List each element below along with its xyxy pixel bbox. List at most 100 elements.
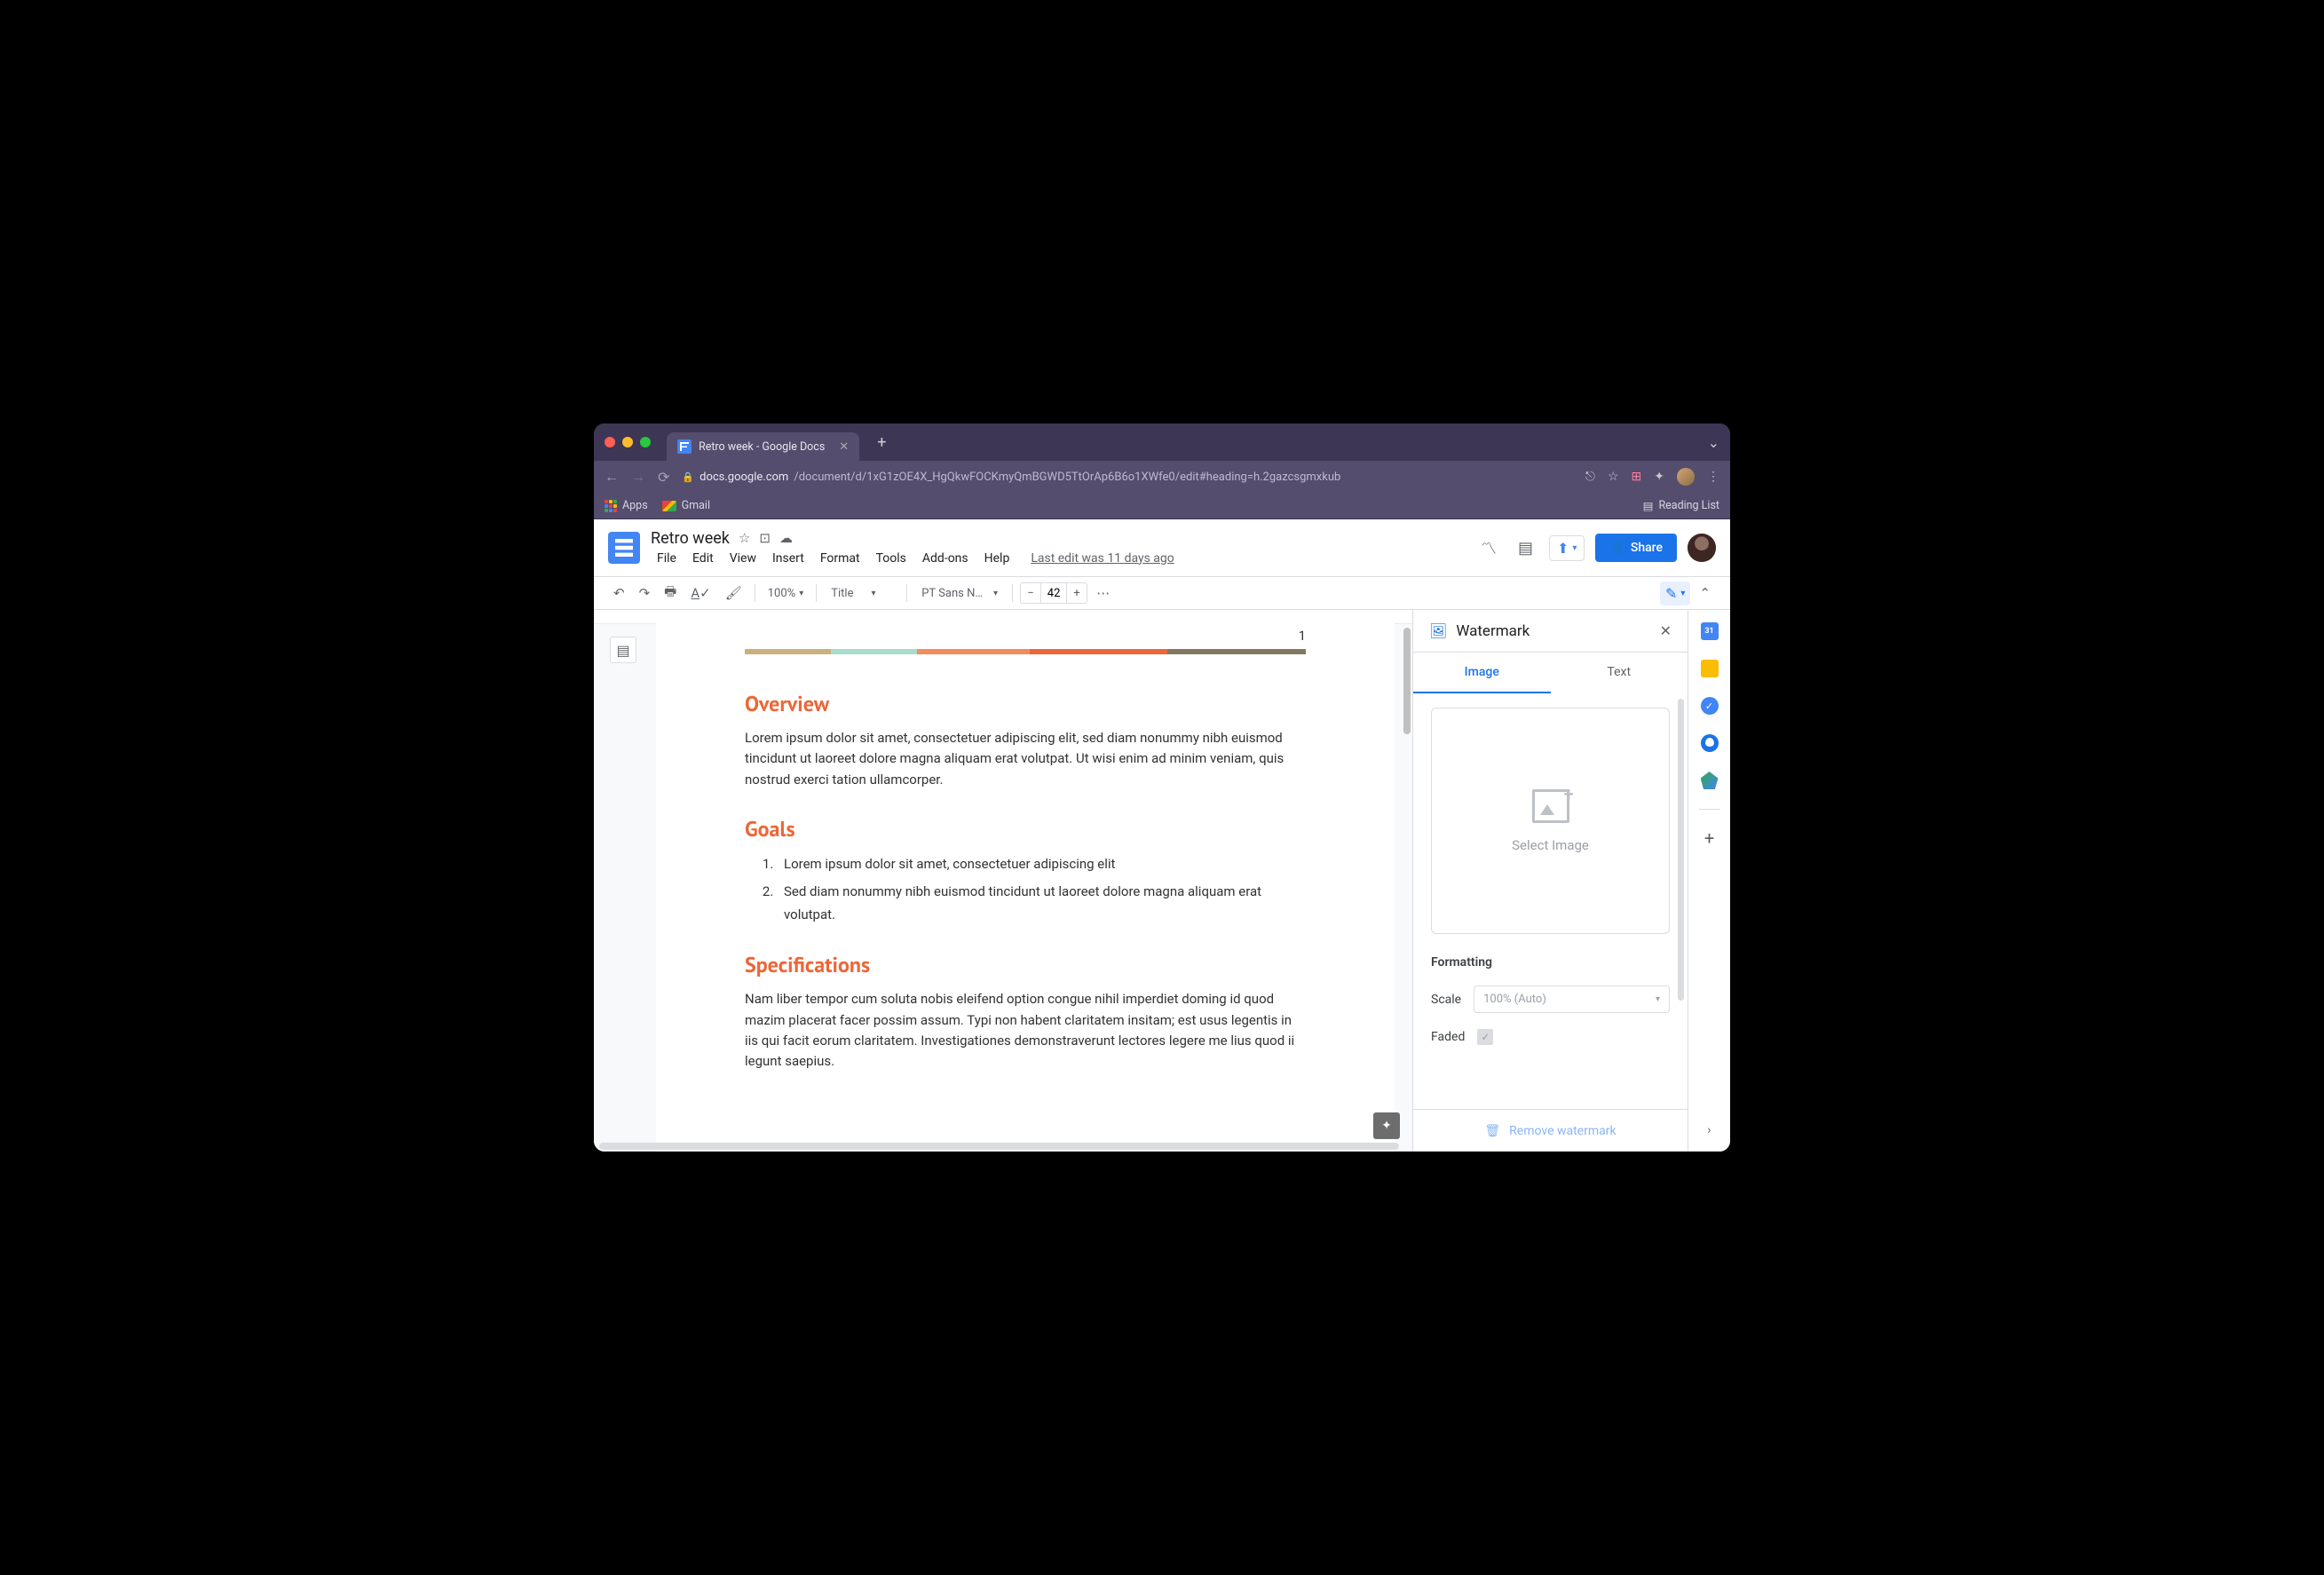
right-rail: 31 + ›	[1688, 610, 1730, 1152]
collapse-rail-button[interactable]: ›	[1701, 1121, 1719, 1139]
heading-goals[interactable]: Goals	[745, 815, 1306, 843]
chevron-down-icon: ▾	[1656, 994, 1660, 1004]
forward-button[interactable]: →	[631, 468, 645, 486]
undo-button[interactable]: ↶	[608, 582, 630, 605]
heading-specs[interactable]: Specifications	[745, 951, 1306, 978]
horizontal-scrollbar[interactable]	[594, 1143, 1412, 1150]
url-field[interactable]: 🔒 docs.google.com/document/d/1xG1zOE4X_H…	[682, 471, 1572, 484]
kebab-menu-icon[interactable]: ⋮	[1707, 470, 1719, 484]
back-button[interactable]: ←	[605, 468, 619, 486]
close-window[interactable]	[605, 437, 615, 447]
tab-title: Retro week - Google Docs	[699, 440, 825, 454]
faded-checkbox[interactable]: ✓	[1477, 1029, 1493, 1045]
spellcheck-button[interactable]: A✓	[685, 582, 715, 605]
watermark-icon: 🖼	[1429, 622, 1447, 639]
menu-file[interactable]: File	[651, 550, 683, 567]
lock-icon: 🔒	[682, 471, 694, 483]
calendar-icon[interactable]: 31	[1701, 622, 1719, 640]
reading-list-button[interactable]: ▤ Reading List	[1643, 499, 1719, 513]
select-image-dropzone[interactable]: Select Image	[1431, 708, 1670, 934]
profile-avatar[interactable]	[1677, 468, 1695, 486]
menu-view[interactable]: View	[723, 550, 763, 567]
editing-mode-button[interactable]: ✎ ▾	[1660, 582, 1690, 605]
browser-tab[interactable]: Retro week - Google Docs ✕	[667, 432, 859, 461]
menu-insert[interactable]: Insert	[766, 550, 810, 567]
explore-button[interactable]: ✦	[1373, 1112, 1400, 1139]
menu-format[interactable]: Format	[814, 550, 866, 567]
apps-grid-icon	[605, 500, 617, 512]
address-bar: ← → ⟳ 🔒 docs.google.com/document/d/1xG1z…	[594, 461, 1730, 493]
keep-icon[interactable]	[1701, 660, 1719, 677]
font-size-input[interactable]	[1040, 583, 1067, 603]
font-size-stepper: − +	[1020, 582, 1087, 604]
panel-scrollbar[interactable]	[1678, 699, 1684, 1001]
tab-image[interactable]: Image	[1413, 653, 1551, 693]
docs-logo-icon[interactable]	[608, 532, 640, 564]
activity-icon[interactable]: 〽	[1475, 531, 1502, 565]
new-tab-button[interactable]: +	[877, 433, 886, 452]
tab-text[interactable]: Text	[1551, 653, 1688, 693]
paint-format-button[interactable]: 🖌	[720, 582, 747, 605]
overview-body[interactable]: Lorem ipsum dolor sit amet, consectetuer…	[745, 728, 1306, 790]
style-select[interactable]: Title▾	[824, 585, 899, 602]
maps-icon[interactable]	[1701, 772, 1719, 789]
page-canvas[interactable]: 1 Overview Lorem ipsum dolor sit amet, c…	[656, 610, 1395, 1152]
document-title[interactable]: Retro week	[651, 529, 730, 548]
font-size-decrease[interactable]: −	[1021, 583, 1040, 603]
comments-icon[interactable]: ▤	[1513, 534, 1538, 563]
contacts-icon[interactable]	[1701, 734, 1719, 752]
tab-overflow-icon[interactable]: ⌄	[1708, 434, 1719, 451]
zoom-select[interactable]: 100%▾	[763, 585, 809, 602]
tasks-icon[interactable]	[1701, 697, 1719, 715]
move-icon[interactable]: ⊡	[759, 530, 771, 546]
extensions-puzzle-icon[interactable]: ✦	[1654, 470, 1664, 484]
panel-tabs: Image Text	[1413, 653, 1688, 693]
gmail-bookmark[interactable]: Gmail	[662, 499, 710, 512]
extension-icon[interactable]: ⊞	[1632, 470, 1642, 484]
account-avatar[interactable]	[1688, 534, 1716, 562]
share-button[interactable]: 👤 Share	[1595, 534, 1677, 562]
share-url-icon[interactable]: ⎋	[1585, 470, 1595, 484]
menu-addons[interactable]: Add-ons	[916, 550, 975, 567]
remove-watermark-button[interactable]: 🗑 Remove watermark	[1413, 1109, 1688, 1152]
font-select[interactable]: PT Sans N…▾	[914, 585, 1005, 602]
minimize-window[interactable]	[622, 437, 633, 447]
outline-toggle-button[interactable]: ▤	[610, 637, 636, 663]
formatting-heading: Formatting	[1431, 955, 1670, 970]
app-content: Retro week ☆ ⊡ ☁ File Edit View Insert F…	[594, 519, 1730, 1152]
menu-help[interactable]: Help	[978, 550, 1016, 567]
cloud-status-icon[interactable]: ☁	[779, 530, 793, 546]
star-icon[interactable]: ☆	[739, 530, 750, 546]
list-item[interactable]: Sed diam nonummy nibh euismod tincidunt …	[777, 881, 1306, 926]
more-tools-button[interactable]: ⋯	[1091, 582, 1115, 605]
menu-edit[interactable]: Edit	[686, 550, 720, 567]
maximize-window[interactable]	[640, 437, 651, 447]
last-edit-link[interactable]: Last edit was 11 days ago	[1024, 550, 1180, 567]
menu-tools[interactable]: Tools	[870, 550, 913, 567]
watermark-panel: 🖼 Watermark ✕ Image Text Select Image Fo…	[1412, 610, 1688, 1152]
close-panel-button[interactable]: ✕	[1660, 622, 1672, 639]
vertical-scrollbar[interactable]	[1403, 628, 1411, 734]
scale-label: Scale	[1431, 993, 1461, 1007]
color-divider	[745, 649, 1306, 654]
panel-body: Select Image Formatting Scale 100% (Auto…	[1413, 693, 1688, 1109]
present-button[interactable]: ⬆ ▾	[1549, 535, 1585, 561]
add-addon-button[interactable]: +	[1701, 829, 1719, 847]
redo-button[interactable]: ↷	[634, 582, 656, 605]
apps-bookmark[interactable]: Apps	[605, 499, 648, 512]
font-size-increase[interactable]: +	[1067, 583, 1087, 603]
close-tab-icon[interactable]: ✕	[839, 440, 849, 454]
print-button[interactable]: 🖶	[659, 579, 682, 608]
trash-icon: 🗑	[1484, 1124, 1500, 1138]
list-item[interactable]: Lorem ipsum dolor sit amet, consectetuer…	[777, 853, 1306, 876]
gmail-icon	[662, 501, 676, 511]
menubar: File Edit View Insert Format Tools Add-o…	[651, 550, 1181, 567]
bookmark-star-icon[interactable]: ☆	[1608, 470, 1619, 484]
reload-button[interactable]: ⟳	[658, 469, 669, 486]
heading-overview[interactable]: Overview	[745, 690, 1306, 717]
scale-select[interactable]: 100% (Auto) ▾	[1474, 985, 1670, 1013]
main-area: ▤ 1 Overview Lorem ipsum dolor sit amet,…	[594, 610, 1730, 1152]
specs-body[interactable]: Nam liber tempor cum soluta nobis eleife…	[745, 989, 1306, 1072]
goals-list[interactable]: Lorem ipsum dolor sit amet, consectetuer…	[745, 853, 1306, 927]
collapse-toolbar-button[interactable]: ⌃	[1694, 582, 1716, 605]
